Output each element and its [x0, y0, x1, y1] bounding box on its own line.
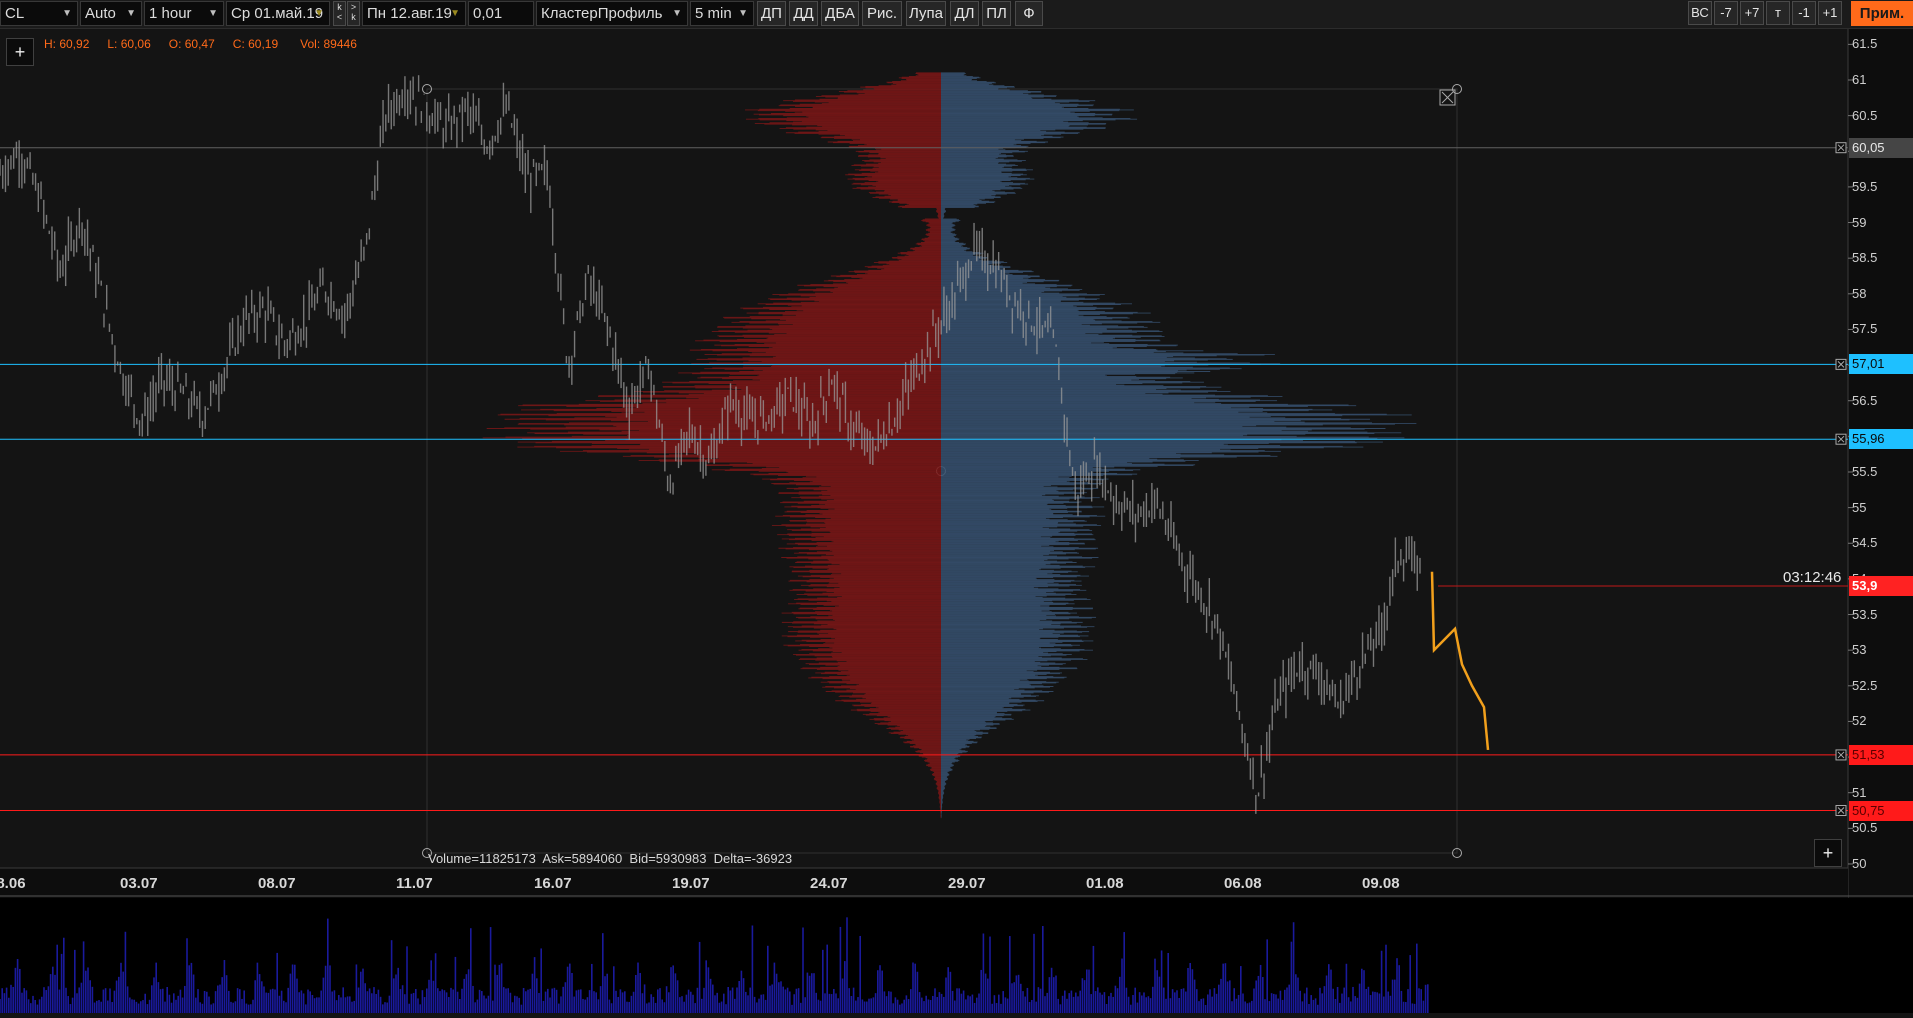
time-axis-label: 06.08: [1224, 875, 1262, 892]
price-axis-label: 51: [1852, 784, 1867, 800]
price-axis-label: 58.5: [1852, 250, 1878, 266]
time-axis-label: 03.07: [120, 875, 158, 892]
time-axis-label: 08.07: [258, 875, 296, 892]
remove-level-icon[interactable]: [1835, 805, 1847, 817]
price-axis-label: 61.5: [1852, 36, 1878, 52]
price-axis-label: 58: [1852, 285, 1867, 301]
ohlc-readout: H: 60,92 L: 60,06 O: 60,47 C: 60,19 Vol: 894…: [44, 37, 375, 51]
ohlc-open: O: 60,47: [168, 37, 215, 51]
ohlc-high: H: 60,92: [44, 37, 90, 51]
level-price-tag: 50,75: [1849, 800, 1913, 821]
price-axis-label: 50.5: [1852, 820, 1878, 836]
price-axis-label: 53: [1852, 642, 1867, 658]
time-axis-label: 28.06: [0, 875, 26, 892]
time-axis-label: 16.07: [534, 875, 572, 892]
time-axis-label: 09.08: [1362, 875, 1400, 892]
level-price-tag: 57,01: [1849, 354, 1913, 375]
price-axis-label: 59.5: [1852, 178, 1878, 194]
ohlc-close: C: 60,19: [232, 37, 279, 51]
price-axis-label: 54.5: [1852, 535, 1878, 551]
price-axis-label: 61: [1852, 72, 1867, 87]
price-axis-label: 55: [1852, 499, 1867, 515]
ohlc-volume: Vol: 89446: [300, 37, 357, 51]
price-axis-label: 50: [1852, 855, 1867, 871]
bar-countdown-timer: 03:12:46: [1783, 569, 1842, 586]
price-axis-label: 60.5: [1852, 107, 1878, 123]
price-axis-label: 52: [1852, 713, 1867, 729]
remove-level-icon[interactable]: [1835, 142, 1847, 154]
time-axis-label: 24.07: [810, 875, 848, 892]
price-chart[interactable]: [0, 0, 1913, 898]
time-axis-label: 19.07: [672, 875, 710, 892]
remove-level-icon[interactable]: [1835, 749, 1847, 761]
profile-stats: Volume=11825173 Ask=5894060 Bid=5930983 …: [428, 851, 793, 866]
add-indicator-button[interactable]: +: [6, 38, 34, 66]
price-axis-label: 53.5: [1852, 606, 1878, 622]
price-axis-label: 57.5: [1852, 321, 1878, 337]
volume-panel: [0, 898, 1913, 1013]
price-axis-label: 56.5: [1852, 392, 1878, 408]
add-panel-button[interactable]: +: [1814, 839, 1842, 867]
level-price-tag: 51,53: [1849, 744, 1913, 765]
current-price-tag: 53,9: [1849, 576, 1913, 597]
price-axis-label: 55.5: [1852, 463, 1878, 479]
time-axis-label: 29.07: [948, 875, 986, 892]
price-axis-label: 59: [1852, 214, 1867, 230]
remove-level-icon[interactable]: [1835, 358, 1847, 370]
ohlc-low: L: 60,06: [107, 37, 151, 51]
level-price-tag: 55,96: [1849, 429, 1913, 450]
level-price-tag: 60,05: [1849, 137, 1913, 158]
time-axis-label: 01.08: [1086, 875, 1124, 892]
remove-level-icon[interactable]: [1835, 433, 1847, 445]
price-axis-label: 52.5: [1852, 677, 1878, 693]
time-axis-label: 11.07: [396, 875, 433, 892]
